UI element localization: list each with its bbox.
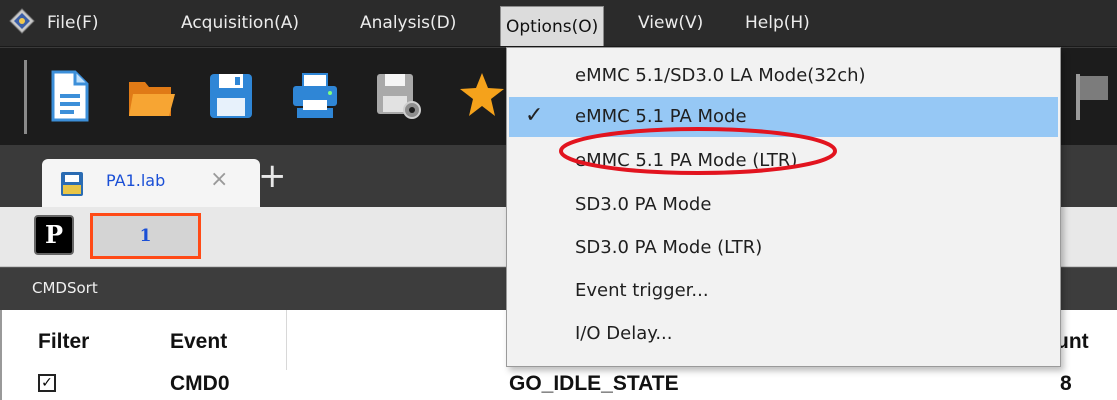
toolbar-separator [24,60,27,134]
menu-item-label: eMMC 5.1 PA Mode [575,106,747,127]
menu-options[interactable]: Options(O) [500,6,605,46]
filter-checkbox[interactable]: ✓ [38,374,56,392]
print-icon[interactable] [291,70,339,122]
menu-item-label: eMMC 5.1 PA Mode (LTR) [575,150,798,171]
favorite-star-icon[interactable] [458,70,506,122]
menu-acquisition[interactable]: Acquisition(A) [176,8,304,38]
row-command-name: GO_IDLE_STATE [509,372,679,395]
app-logo-icon [9,8,35,34]
menu-item-label: Event trigger... [575,280,709,301]
menu-item-label: SD3.0 PA Mode (LTR) [575,237,763,258]
column-divider[interactable] [286,310,287,370]
header-filter[interactable]: Filter [38,330,89,354]
menu-item-event-trigger[interactable]: Event trigger... [509,271,1058,311]
page-tab-1[interactable]: 1 [90,213,201,259]
menu-item-label: I/O Delay... [575,323,673,344]
new-file-icon[interactable] [45,70,93,122]
save-icon[interactable] [207,70,255,122]
panel-title: CMDSort [32,279,98,297]
save-settings-icon[interactable] [374,70,422,122]
new-tab-button[interactable]: + [258,159,287,193]
menu-file[interactable]: File(F) [42,8,104,38]
menu-item-label: SD3.0 PA Mode [575,194,712,215]
row-count: 8 [1060,372,1072,395]
open-folder-icon[interactable] [127,70,175,122]
lab-file-icon [61,172,83,196]
p-button[interactable]: P [34,215,74,255]
menu-item-sd3-pa-mode-ltr[interactable]: SD3.0 PA Mode (LTR) [509,228,1058,268]
document-tab-label: PA1.lab [106,171,166,190]
header-event[interactable]: Event [170,330,227,354]
row-event: CMD0 [170,372,230,395]
menu-help[interactable]: Help(H) [740,8,815,38]
menu-item-io-delay[interactable]: I/O Delay... [509,314,1058,354]
close-tab-icon[interactable]: × [210,167,228,192]
menu-bar: File(F) Acquisition(A) Analysis(D) Optio… [0,0,1117,47]
menu-item-pa-mode[interactable]: ✓ eMMC 5.1 PA Mode [509,97,1058,137]
menu-item-pa-mode-ltr[interactable]: eMMC 5.1 PA Mode (LTR) [509,141,1058,181]
flag-icon[interactable] [1068,70,1116,122]
document-tab[interactable]: PA1.lab × [42,159,260,207]
checkmark-icon: ✓ [525,103,544,128]
menu-item-label: eMMC 5.1/SD3.0 LA Mode(32ch) [575,65,866,86]
menu-item-la-mode[interactable]: eMMC 5.1/SD3.0 LA Mode(32ch) [509,56,1058,96]
menu-item-sd3-pa-mode[interactable]: SD3.0 PA Mode [509,185,1058,225]
menu-analysis[interactable]: Analysis(D) [355,8,461,38]
menu-view[interactable]: View(V) [633,8,708,38]
options-dropdown-menu: eMMC 5.1/SD3.0 LA Mode(32ch) ✓ eMMC 5.1 … [506,47,1061,367]
